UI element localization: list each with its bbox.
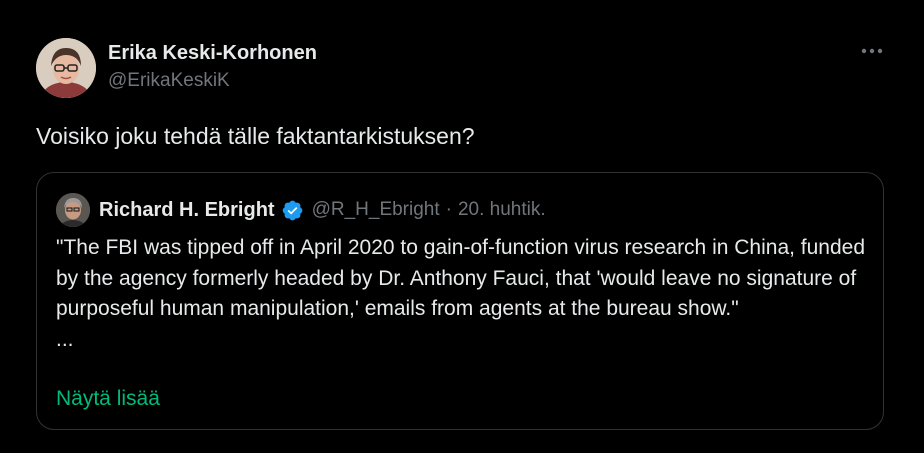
author-avatar[interactable] xyxy=(36,38,96,98)
tweet: Erika Keski-Korhonen @ErikaKeskiK Voisik… xyxy=(0,0,924,453)
user-avatar-icon xyxy=(56,193,90,227)
quoted-tweet-text: "The FBI was tipped off in April 2020 to… xyxy=(56,236,866,351)
quoted-author-name[interactable]: Richard H. Ebright xyxy=(99,199,275,222)
quoted-author-avatar[interactable] xyxy=(56,193,90,227)
quoted-author-handle[interactable]: @R_H_Ebright xyxy=(312,199,440,221)
separator-dot: · xyxy=(445,199,452,220)
quoted-tweet-card[interactable]: Richard H. Ebright @R_H_Ebright · 20. hu… xyxy=(36,172,884,430)
quoted-tweet-header: Richard H. Ebright @R_H_Ebright · 20. hu… xyxy=(99,195,546,225)
quoted-tweet-date[interactable]: 20. huhtik. xyxy=(458,199,546,221)
tweet-text: Voisiko joku tehdä tälle faktantarkistuk… xyxy=(36,123,475,149)
author-handle[interactable]: @ErikaKeskiK xyxy=(108,68,317,94)
author-display-name[interactable]: Erika Keski-Korhonen xyxy=(108,40,317,66)
more-options-button[interactable] xyxy=(854,36,890,66)
more-horizontal-icon xyxy=(861,48,883,54)
show-more-link[interactable]: Näytä lisää xyxy=(56,384,160,414)
author-info: Erika Keski-Korhonen @ErikaKeskiK xyxy=(108,40,317,94)
user-avatar-icon xyxy=(36,38,96,98)
verified-badge-icon xyxy=(281,199,304,222)
